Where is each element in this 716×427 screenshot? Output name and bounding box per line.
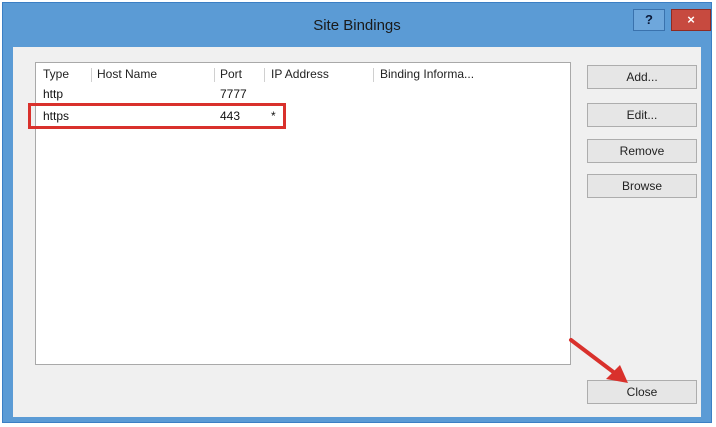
- site-bindings-dialog: Site Bindings ? × Type Host Name Port IP…: [2, 2, 712, 423]
- column-header-ip-address[interactable]: IP Address: [271, 67, 329, 83]
- column-separator[interactable]: [373, 68, 374, 82]
- dialog-title: Site Bindings: [313, 17, 401, 34]
- column-header-host-name[interactable]: Host Name: [97, 67, 157, 83]
- https-row-highlight: [28, 103, 286, 129]
- column-separator[interactable]: [264, 68, 265, 82]
- remove-button[interactable]: Remove: [587, 139, 697, 163]
- bindings-list[interactable]: Type Host Name Port IP Address Binding I…: [28, 62, 571, 365]
- column-separator[interactable]: [214, 68, 215, 82]
- add-button[interactable]: Add...: [587, 65, 697, 89]
- help-button[interactable]: ?: [633, 9, 665, 31]
- row-http-port: 7777: [220, 87, 247, 101]
- column-header-binding-information[interactable]: Binding Informa...: [380, 67, 474, 83]
- row-http-type[interactable]: http: [43, 87, 63, 101]
- column-header-port[interactable]: Port: [220, 67, 242, 83]
- dialog-body: Type Host Name Port IP Address Binding I…: [13, 47, 701, 417]
- column-header-type[interactable]: Type: [43, 67, 69, 83]
- column-separator[interactable]: [91, 68, 92, 82]
- edit-button[interactable]: Edit...: [587, 103, 697, 127]
- red-arrow-icon: [569, 338, 628, 383]
- close-window-button[interactable]: ×: [671, 9, 711, 31]
- browse-button[interactable]: Browse: [587, 174, 697, 198]
- title-bar: Site Bindings ? ×: [3, 3, 711, 47]
